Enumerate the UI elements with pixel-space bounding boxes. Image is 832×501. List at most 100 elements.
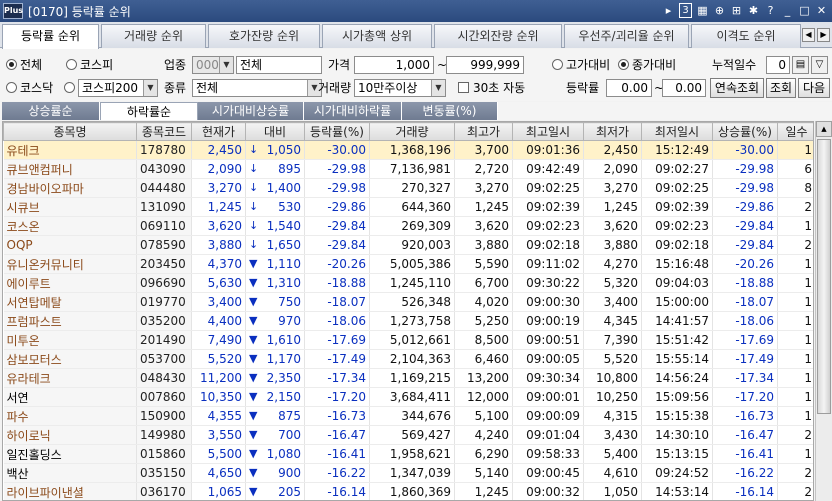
tab-preferred-rank[interactable]: 우선주/괴리율 순위 <box>564 24 689 48</box>
subtab-open-fall[interactable]: 시가대비하락률 <box>304 102 402 120</box>
day-count: 1 <box>777 330 813 350</box>
tab-disparity-rank[interactable]: 이격도 순위 <box>691 24 801 48</box>
table-row[interactable]: OQP 078590 3,880 ↓ 1,650 -29.84 920,003 3,880 09… <box>3 235 813 255</box>
plus-icon[interactable]: ⊕ <box>713 3 726 18</box>
industry-code-field[interactable]: 0000 ▼ <box>192 56 234 74</box>
col-price[interactable]: 현재가 <box>191 122 246 141</box>
col-high[interactable]: 최고가 <box>454 122 513 141</box>
arrow-right-icon[interactable]: ▸ <box>662 3 675 18</box>
industry-code-dropdown-icon[interactable]: ▼ <box>219 57 233 73</box>
trade-volume: 1,169,215 <box>369 368 455 388</box>
table-row[interactable]: 큐브앤컴퍼니 043090 2,090 ↓ 895 -29.98 7,136,981 2,72… <box>3 159 813 179</box>
settings-icon[interactable]: ✱ <box>747 3 760 18</box>
grid-icon[interactable]: ▦ <box>696 3 709 18</box>
tab-order-balance-rank[interactable]: 호가잔량 순위 <box>208 24 320 48</box>
calendar-icon[interactable]: ▤ <box>792 56 809 74</box>
table-row[interactable]: 파수 150900 4,355 ▼ 875 -16.73 344,676 5,100 09:00… <box>3 406 813 426</box>
subtab-fall-rate[interactable]: 하락률순 <box>100 102 198 120</box>
rate-max-input[interactable]: 0.00 <box>662 79 706 97</box>
table-row[interactable]: 에이루트 096690 5,630 ▼ 1,310 -18.88 1,245,110 6,70… <box>3 273 813 293</box>
type-select[interactable]: 전체 ▼ <box>192 79 322 97</box>
next-button[interactable]: 다음 <box>798 78 830 98</box>
low-price: 3,400 <box>583 292 642 312</box>
col-name[interactable]: 종목명 <box>3 122 137 141</box>
change-rate: -16.41 <box>304 444 370 464</box>
table-row[interactable]: 프럼파스트 035200 4,400 ▼ 970 -18.06 1,273,758 5,250… <box>3 311 813 331</box>
col-up-rate[interactable]: 상승률(%) <box>712 122 778 141</box>
maximize-icon[interactable]: □ <box>798 3 811 18</box>
price-min-input[interactable]: 1,000 <box>354 56 434 74</box>
radio-all[interactable]: 전체 <box>6 56 42 74</box>
low-price: 1,245 <box>583 197 642 217</box>
table-row[interactable]: 유테크 178780 2,450 ↓ 1,050 -30.00 1,368,196 3,700… <box>3 140 813 160</box>
auto-refresh-checkbox[interactable]: 30초 자동 <box>458 79 525 97</box>
tab-rate-rank[interactable]: 등락률 순위 <box>2 24 99 49</box>
table-row[interactable]: 일진홀딩스 015860 5,500 ▼ 1,080 -16.41 1,958,621 6,2… <box>3 444 813 464</box>
scroll-up-icon[interactable]: ▲ <box>816 121 832 137</box>
high-time: 09:01:36 <box>512 140 584 160</box>
col-low-time[interactable]: 최저일시 <box>641 122 713 141</box>
continuous-query-button[interactable]: 연속조회 <box>710 78 764 98</box>
subtab-volatility[interactable]: 변동률(%) <box>402 102 498 120</box>
scroll-thumb[interactable] <box>817 139 831 414</box>
subtab-rise-rate[interactable]: 상승률순 <box>2 102 100 120</box>
subtab-open-rise[interactable]: 시가대비상승률 <box>198 102 304 120</box>
index-radio[interactable] <box>64 79 78 97</box>
minimize-icon[interactable]: _ <box>781 3 794 18</box>
trade-volume: 920,003 <box>369 235 455 255</box>
trade-volume: 1,368,196 <box>369 140 455 160</box>
help-icon[interactable]: ? <box>764 3 777 18</box>
table-row[interactable]: 하이로닉 149980 3,550 ▼ 700 -16.47 569,427 4,240 09:… <box>3 425 813 445</box>
volume-dropdown-icon[interactable]: ▼ <box>431 80 445 96</box>
radio-close-compare[interactable]: 종가대비 <box>618 56 676 74</box>
tab-market-cap[interactable]: 시가총액 상위 <box>322 24 432 48</box>
col-rate[interactable]: 등락률(%) <box>304 122 370 141</box>
table-row[interactable]: 백산 035150 4,650 ▼ 900 -16.22 1,347,039 5,140 09:… <box>3 463 813 483</box>
table-row[interactable]: 라이브파이낸셜 036170 1,065 ▼ 205 -16.14 1,860,369 1,2… <box>3 482 813 500</box>
tab-volume-rank[interactable]: 거래량 순위 <box>101 24 206 48</box>
table-row[interactable]: 삼보모터스 053700 5,520 ▼ 1,170 -17.49 2,104,363 6,4… <box>3 349 813 369</box>
tab-prev-icon[interactable]: ◀ <box>802 28 815 42</box>
vertical-scrollbar[interactable]: ▲ <box>815 121 832 501</box>
close-icon[interactable]: ✕ <box>815 3 828 18</box>
radio-kosdaq[interactable]: 코스닥 <box>6 79 53 97</box>
radio-high-compare[interactable]: 고가대비 <box>552 56 610 74</box>
col-high-time[interactable]: 최고일시 <box>512 122 584 141</box>
table-row[interactable]: 코스온 069110 3,620 ↓ 1,540 -29.84 269,309 3,620 09… <box>3 216 813 236</box>
table-row[interactable]: 시큐브 131090 1,245 ↓ 530 -29.86 644,360 1,245 09:0… <box>3 197 813 217</box>
filter-icon[interactable]: ▽ <box>811 56 828 74</box>
col-low[interactable]: 최저가 <box>583 122 642 141</box>
col-days[interactable]: 일수 <box>777 122 813 141</box>
day-count: 2 <box>777 482 813 500</box>
pin-icon[interactable]: ⊞ <box>730 3 743 18</box>
current-price: 3,880 <box>191 235 246 255</box>
stock-name: 삼보모터스 <box>3 349 137 369</box>
table-row[interactable]: 유라테크 048430 11,200 ▼ 2,350 -17.34 1,169,215 13,… <box>3 368 813 388</box>
number-badge-icon[interactable]: 3 <box>679 3 692 18</box>
col-diff[interactable]: 대비 <box>245 122 305 141</box>
radio-kospi[interactable]: 코스피 <box>66 56 113 74</box>
tab-after-hours-rank[interactable]: 시간외잔량 순위 <box>434 24 562 48</box>
query-button[interactable]: 조회 <box>766 78 796 98</box>
rate-min-input[interactable]: 0.00 <box>606 79 652 97</box>
col-volume[interactable]: 거래량 <box>369 122 455 141</box>
low-time: 14:56:24 <box>641 368 713 388</box>
up-rate: -18.88 <box>712 273 778 293</box>
change-rate: -20.26 <box>304 254 370 274</box>
cum-days-input[interactable]: 0 <box>766 56 790 74</box>
index-select[interactable]: 코스피200 ▼ <box>78 79 158 97</box>
industry-label: 업종 <box>164 58 187 72</box>
col-code[interactable]: 종목코드 <box>136 122 192 141</box>
index-dropdown-icon[interactable]: ▼ <box>143 80 157 96</box>
price-max-input[interactable]: 999,999 <box>446 56 524 74</box>
volume-select[interactable]: 10만주이상 ▼ <box>354 79 446 97</box>
table-row[interactable]: 유니온커뮤니티 203450 4,370 ▼ 1,110 -20.26 5,005,386 5… <box>3 254 813 274</box>
table-row[interactable]: 미투온 201490 7,490 ▼ 1,610 -17.69 5,012,661 8,500… <box>3 330 813 350</box>
high-time: 09:58:33 <box>512 444 584 464</box>
table-row[interactable]: 경남바이오파마 044480 3,270 ↓ 1,400 -29.98 270,327 3,2… <box>3 178 813 198</box>
tab-next-icon[interactable]: ▶ <box>817 28 830 42</box>
table-row[interactable]: 서연 007860 10,350 ▼ 2,150 -17.20 3,684,411 12,00… <box>3 387 813 407</box>
industry-name-field[interactable]: 전체 <box>236 56 322 74</box>
table-row[interactable]: 서연탑메탈 019770 3,400 ▼ 750 -18.07 526,348 4,020 09… <box>3 292 813 312</box>
limit-down-arrow-icon: ↓ <box>249 181 259 194</box>
